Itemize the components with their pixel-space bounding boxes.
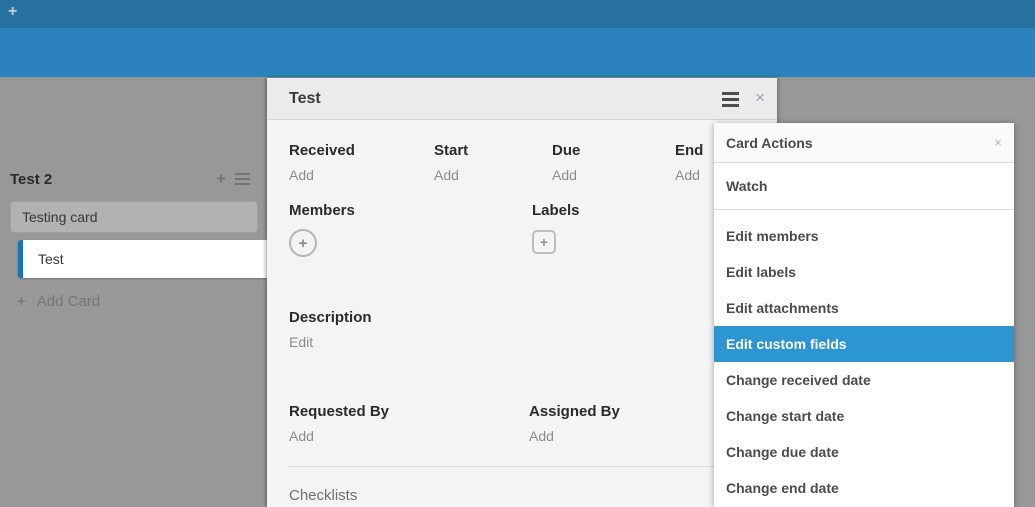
- members-label: Members: [289, 202, 532, 220]
- menu-item-watch[interactable]: Watch: [714, 163, 1014, 210]
- assigned-by-label: Assigned By: [529, 403, 620, 421]
- close-dropdown-icon[interactable]: ×: [994, 135, 1002, 150]
- card-title: Test: [289, 90, 321, 108]
- assigned-by-add-link[interactable]: Add: [529, 428, 554, 445]
- requested-assigned-row: Requested By Add Assigned By Add: [289, 403, 755, 445]
- top-navbar: +: [0, 0, 1035, 28]
- add-member-button[interactable]: +: [289, 229, 317, 257]
- menu-item-edit-labels[interactable]: Edit labels: [714, 254, 1014, 290]
- start-label: Start: [434, 142, 552, 160]
- end-label: End: [675, 142, 703, 160]
- plus-icon: +: [17, 293, 26, 310]
- card-modal-body: Received Add Start Add Due Add End Add: [267, 120, 777, 507]
- requested-by-add-link[interactable]: Add: [289, 428, 314, 445]
- menu-item-change-received-date[interactable]: Change received date: [714, 362, 1014, 398]
- sub-navbar: [0, 28, 1035, 77]
- due-add-link[interactable]: Add: [552, 167, 577, 184]
- start-field: Start Add: [434, 142, 552, 184]
- list-add-card-icon[interactable]: +: [216, 171, 226, 187]
- description-edit-link[interactable]: Edit: [289, 334, 313, 351]
- menu-item-edit-custom-fields[interactable]: Edit custom fields: [714, 326, 1014, 362]
- description-label: Description: [289, 309, 755, 327]
- checklists-section: Checklists + Add Checklist...: [289, 487, 755, 507]
- due-label: Due: [552, 142, 675, 160]
- menu-item-change-start-date[interactable]: Change start date: [714, 398, 1014, 434]
- menu-item-change-end-date[interactable]: Change end date: [714, 470, 1014, 506]
- card-actions-header: Card Actions ×: [714, 123, 1014, 163]
- close-modal-icon[interactable]: ×: [755, 88, 765, 108]
- assigned-by-section: Assigned By Add: [529, 403, 620, 445]
- app-screen: + Test 2 + Testing card Test + Add Card …: [0, 0, 1035, 507]
- received-add-link[interactable]: Add: [289, 167, 314, 184]
- start-add-link[interactable]: Add: [434, 167, 459, 184]
- members-labels-row: Members + Labels +: [289, 202, 755, 257]
- received-field: Received Add: [289, 142, 434, 184]
- card-actions-menu-icon[interactable]: [722, 92, 739, 107]
- end-field: End Add: [675, 142, 703, 184]
- card-actions-title: Card Actions: [726, 135, 813, 151]
- card-detail-modal: Test × Received Add Start Add Due Add: [267, 78, 777, 507]
- checklists-label: Checklists: [289, 487, 755, 505]
- add-card-button[interactable]: + Add Card: [17, 293, 100, 310]
- requested-by-section: Requested By Add: [289, 403, 529, 445]
- menu-item-change-due-date[interactable]: Change due date: [714, 434, 1014, 470]
- card-test-selected[interactable]: Test: [18, 240, 267, 278]
- card-actions-dropdown: Card Actions × Watch Edit members Edit l…: [714, 123, 1014, 507]
- labels-label: Labels: [532, 202, 580, 220]
- menu-item-edit-attachments[interactable]: Edit attachments: [714, 290, 1014, 326]
- divider: [289, 466, 755, 467]
- list-title: Test 2: [10, 171, 52, 188]
- list-menu-icon[interactable]: [235, 173, 250, 185]
- card-testing-card[interactable]: Testing card: [10, 201, 258, 233]
- card-modal-header: Test ×: [267, 78, 777, 120]
- menu-item-edit-members[interactable]: Edit members: [714, 218, 1014, 254]
- list-actions: +: [216, 171, 250, 187]
- description-section: Description Edit: [289, 309, 755, 351]
- due-field: Due Add: [552, 142, 675, 184]
- dates-row: Received Add Start Add Due Add End Add: [289, 142, 755, 184]
- labels-section: Labels +: [532, 202, 580, 257]
- received-label: Received: [289, 142, 434, 160]
- end-add-link[interactable]: Add: [675, 167, 700, 184]
- requested-by-label: Requested By: [289, 403, 529, 421]
- add-card-label: Add Card: [37, 293, 100, 310]
- add-label-button[interactable]: +: [532, 230, 556, 254]
- members-section: Members +: [289, 202, 532, 257]
- card-actions-list: Edit members Edit labels Edit attachment…: [714, 210, 1014, 506]
- add-board-icon[interactable]: +: [8, 3, 17, 21]
